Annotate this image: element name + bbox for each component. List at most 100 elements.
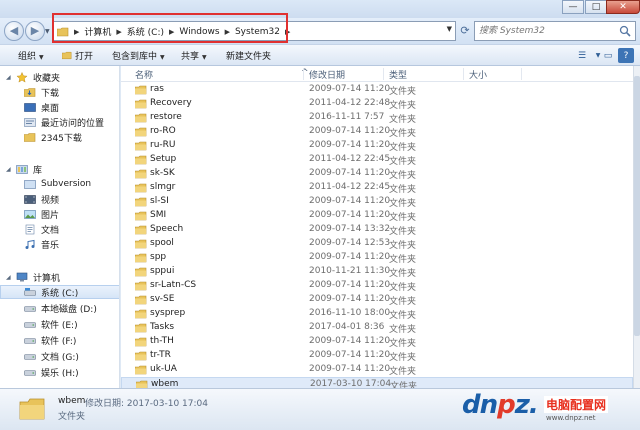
- table-row[interactable]: sl-SI 2009-07-14 11:20 文件夹: [121, 195, 633, 209]
- preview-pane-button[interactable]: ▭: [600, 48, 616, 63]
- search-box[interactable]: [474, 21, 636, 41]
- share-button[interactable]: 共享 ▼: [181, 49, 207, 62]
- breadcrumb-chevron-icon[interactable]: ▶: [169, 28, 174, 36]
- table-row[interactable]: uk-UA 2009-07-14 11:20 文件夹: [121, 363, 633, 377]
- recent-pages-dropdown-icon[interactable]: ▼: [45, 28, 50, 35]
- search-icon[interactable]: [619, 25, 631, 37]
- column-header-size[interactable]: 大小: [469, 68, 487, 81]
- help-button[interactable]: ?: [618, 48, 634, 63]
- nav-item-pictures[interactable]: 图片: [0, 207, 119, 221]
- view-icon: ☰: [577, 51, 587, 61]
- nav-item-label: 图片: [41, 210, 60, 221]
- logo-letter-d: d: [462, 390, 481, 420]
- include-in-library-button[interactable]: 包含到库中 ▼: [112, 49, 165, 62]
- folder-icon: [136, 380, 148, 388]
- nav-item-label: 最近访问的位置: [41, 118, 105, 129]
- file-name: th-TH: [150, 336, 174, 346]
- table-row[interactable]: Setup 2011-04-12 22:45 文件夹: [121, 153, 633, 167]
- table-row[interactable]: ru-RU 2009-07-14 11:20 文件夹: [121, 139, 633, 153]
- nav-item-desktop[interactable]: 桌面: [0, 100, 119, 114]
- table-row[interactable]: tr-TR 2009-07-14 11:20 文件夹: [121, 349, 633, 363]
- table-row[interactable]: SMI 2009-07-14 11:20 文件夹: [121, 209, 633, 223]
- address-history-dropdown-icon[interactable]: ▼: [447, 25, 452, 33]
- table-row[interactable]: wbem 2017-03-10 17:04 文件夹: [121, 377, 633, 388]
- nav-item-recent-places[interactable]: 最近访问的位置: [0, 115, 119, 129]
- collapse-arrow-icon[interactable]: ◢: [6, 166, 14, 173]
- details-modified: 修改日期: 2017-03-10 17:04: [85, 399, 208, 409]
- nav-item-drive-e[interactable]: 软件 (E:): [0, 317, 119, 331]
- breadcrumb-system32[interactable]: System32: [235, 27, 280, 37]
- nav-libraries[interactable]: ◢ 库: [0, 162, 119, 176]
- breadcrumb-chevron-icon[interactable]: ▶: [225, 28, 230, 36]
- nav-item-drive-f[interactable]: 软件 (F:): [0, 333, 119, 347]
- folder-icon: [57, 27, 69, 36]
- breadcrumb-drive-c[interactable]: 系统 (C:): [127, 25, 164, 38]
- table-row[interactable]: ras 2009-07-14 11:20 文件夹: [121, 83, 633, 97]
- nav-item-label: Subversion: [41, 179, 92, 189]
- new-folder-button[interactable]: 新建文件夹: [226, 49, 271, 62]
- address-bar[interactable]: ▶ 计算机 ▶ 系统 (C:) ▶ Windows ▶ System32 ▶ ▼: [52, 21, 456, 41]
- scrollbar-thumb[interactable]: [634, 76, 640, 336]
- close-button[interactable]: ✕: [606, 0, 640, 14]
- maximize-button[interactable]: □: [585, 0, 607, 14]
- table-row[interactable]: sysprep 2016-11-10 18:00 文件夹: [121, 307, 633, 321]
- breadcrumb-windows[interactable]: Windows: [179, 27, 219, 37]
- open-button[interactable]: 打开: [61, 49, 93, 62]
- column-header-date[interactable]: 修改日期: [309, 68, 345, 81]
- table-row[interactable]: sr-Latn-CS 2009-07-14 11:20 文件夹: [121, 279, 633, 293]
- nav-computer[interactable]: ◢ 计算机: [0, 270, 119, 284]
- minimize-button[interactable]: —: [562, 0, 584, 14]
- table-row[interactable]: restore 2016-11-11 7:57 文件夹: [121, 111, 633, 125]
- forward-button[interactable]: ▶: [25, 21, 45, 41]
- change-view-button[interactable]: ☰: [574, 48, 590, 63]
- table-row[interactable]: sppui 2010-11-21 11:30 文件夹: [121, 265, 633, 279]
- breadcrumb-chevron-icon[interactable]: ▶: [285, 28, 290, 36]
- file-name: sysprep: [150, 308, 186, 318]
- refresh-icon: ⟳: [460, 24, 470, 37]
- documents-icon: [25, 224, 35, 234]
- nav-item-documents[interactable]: 文档: [0, 222, 119, 236]
- table-row[interactable]: Speech 2009-07-14 13:32 文件夹: [121, 223, 633, 237]
- column-header-name[interactable]: 名称: [135, 68, 153, 81]
- table-row[interactable]: th-TH 2009-07-14 11:20 文件夹: [121, 335, 633, 349]
- file-name: Setup: [150, 154, 177, 164]
- nav-item-drive-d[interactable]: 本地磁盘 (D:): [0, 301, 119, 315]
- table-row[interactable]: Recovery 2011-04-12 22:48 文件夹: [121, 97, 633, 111]
- nav-item-drive-g[interactable]: 文档 (G:): [0, 349, 119, 363]
- nav-item-drive-c[interactable]: 系统 (C:): [0, 285, 119, 299]
- column-header-type[interactable]: 类型: [389, 68, 407, 81]
- vertical-scrollbar[interactable]: [633, 66, 640, 388]
- breadcrumb-computer[interactable]: 计算机: [84, 25, 111, 38]
- folder-icon: [135, 281, 147, 291]
- column-headers: ^ 名称 修改日期 类型 大小: [121, 66, 633, 82]
- nav-item-videos[interactable]: 视频: [0, 192, 119, 206]
- breadcrumb-chevron-icon[interactable]: ▶: [116, 28, 121, 36]
- table-row[interactable]: sk-SK 2009-07-14 11:20 文件夹: [121, 167, 633, 181]
- nav-item-downloads[interactable]: 下载: [0, 85, 119, 99]
- collapse-arrow-icon[interactable]: ◢: [6, 74, 14, 81]
- table-row[interactable]: sv-SE 2009-07-14 11:20 文件夹: [121, 293, 633, 307]
- nav-item-label: 音乐: [41, 240, 60, 251]
- nav-item-2345-downloads[interactable]: 2345下载: [0, 130, 119, 144]
- file-name: Tasks: [150, 322, 175, 332]
- file-date: 2016-11-10 18:00: [309, 308, 391, 318]
- search-input[interactable]: [479, 24, 614, 38]
- table-row[interactable]: Tasks 2017-04-01 8:36 文件夹: [121, 321, 633, 335]
- file-name: Speech: [150, 224, 184, 234]
- table-row[interactable]: ro-RO 2009-07-14 11:20 文件夹: [121, 125, 633, 139]
- nav-item-drive-h[interactable]: 娱乐 (H:): [0, 365, 119, 379]
- breadcrumb-chevron-icon[interactable]: ▶: [74, 28, 79, 36]
- file-type: 文件夹: [389, 157, 417, 167]
- refresh-button[interactable]: ⟳: [458, 22, 472, 40]
- nav-item-subversion[interactable]: Subversion: [0, 177, 119, 191]
- table-row[interactable]: spp 2009-07-14 11:20 文件夹: [121, 251, 633, 265]
- organize-button[interactable]: 组织 ▼: [18, 49, 44, 62]
- table-row[interactable]: spool 2009-07-14 12:53 文件夹: [121, 237, 633, 251]
- back-button[interactable]: ◀: [4, 21, 24, 41]
- collapse-arrow-icon[interactable]: ◢: [6, 274, 14, 281]
- nav-favorites[interactable]: ◢ 收藏夹: [0, 70, 119, 84]
- table-row[interactable]: slmgr 2011-04-12 22:45 文件夹: [121, 181, 633, 195]
- nav-item-music[interactable]: 音乐: [0, 237, 119, 251]
- subversion-library-icon: [24, 179, 36, 189]
- nav-item-label: 软件 (F:): [41, 336, 77, 347]
